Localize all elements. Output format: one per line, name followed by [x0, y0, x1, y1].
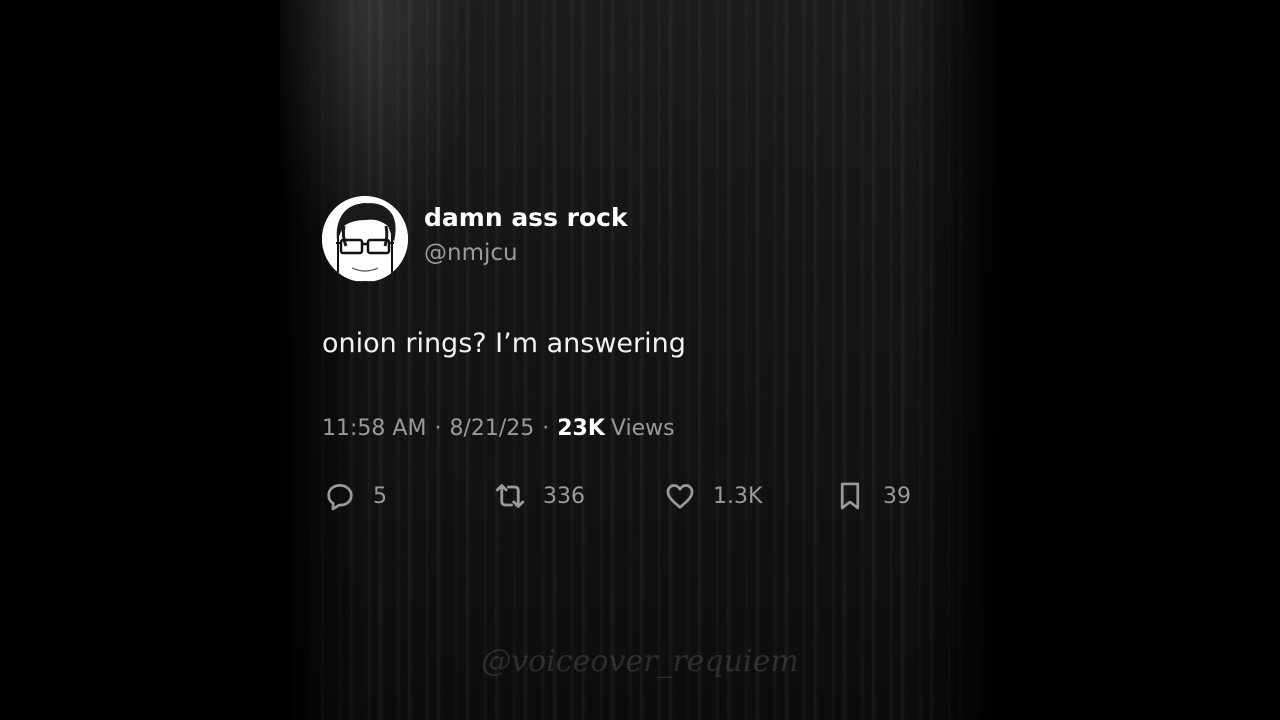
like-count: 1.3K	[713, 483, 763, 509]
tweet-card: damn ass rock @nmjcu onion rings? I’m an…	[322, 196, 942, 514]
action-bar: 5 336 1.3K 39	[322, 478, 942, 514]
meta-separator: ·	[542, 416, 550, 441]
tweet-meta: 11:58 AM · 8/21/25 · 23K Views	[322, 414, 942, 444]
reply-count: 5	[373, 483, 387, 509]
tweet-text: onion rings? I’m answering	[322, 328, 686, 359]
reply-icon	[322, 478, 358, 514]
tweet-time[interactable]: 11:58 AM	[322, 416, 426, 441]
bookmark-count: 39	[883, 483, 911, 509]
reply-button[interactable]: 5	[322, 478, 492, 514]
heart-icon	[662, 478, 698, 514]
user-handle[interactable]: @nmjcu	[424, 238, 628, 268]
views-label: Views	[610, 416, 675, 441]
video-frame: damn ass rock @nmjcu onion rings? I’m an…	[0, 0, 1280, 720]
meta-separator: ·	[434, 416, 442, 441]
author-names: damn ass rock @nmjcu	[424, 203, 628, 268]
watermark: @voiceover_requiem	[481, 644, 799, 679]
avatar-face-drawing	[322, 196, 408, 282]
tweet-date[interactable]: 8/21/25	[449, 416, 534, 441]
display-name[interactable]: damn ass rock	[424, 202, 628, 234]
views-count: 23K	[557, 416, 605, 441]
tweet-header: damn ass rock @nmjcu	[322, 196, 942, 282]
repost-count: 336	[543, 483, 585, 509]
avatar[interactable]	[322, 196, 408, 282]
bookmark-button[interactable]: 39	[832, 478, 911, 514]
repost-icon	[492, 478, 528, 514]
repost-button[interactable]: 336	[492, 478, 662, 514]
bookmark-icon	[832, 478, 868, 514]
like-button[interactable]: 1.3K	[662, 478, 832, 514]
